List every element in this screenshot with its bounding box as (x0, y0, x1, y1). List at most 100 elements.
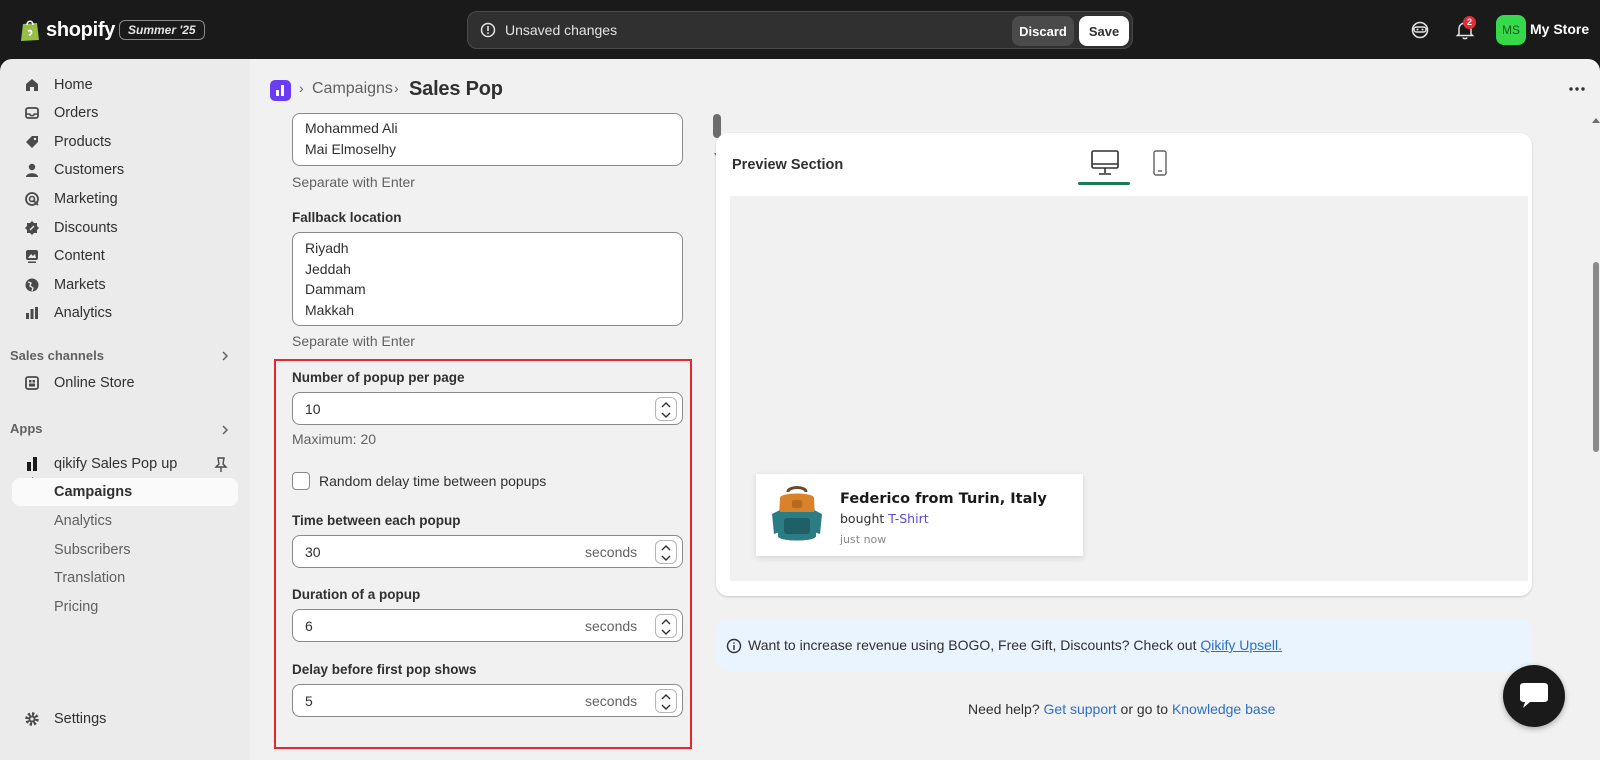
sidebar: Home Orders Products Customers Marketing… (0, 59, 250, 760)
target-icon (25, 192, 39, 206)
chevron-up-icon[interactable] (661, 618, 671, 626)
time-between-label: Time between each popup (292, 513, 461, 528)
save-button[interactable]: Save (1079, 16, 1129, 46)
shopify-logo[interactable]: shopify (20, 16, 115, 44)
app-icon (27, 457, 37, 471)
sales-channels-heading[interactable]: Sales channels (10, 348, 104, 363)
app-logo-icon[interactable] (270, 80, 291, 101)
content-icon (26, 250, 38, 263)
help-prefix: Need help? (968, 701, 1044, 717)
time-between-stepper[interactable] (655, 540, 677, 564)
sidebar-item-home[interactable]: Home (12, 71, 238, 99)
more-horizontal-icon[interactable] (1568, 82, 1586, 96)
sidebar-item-label: Subscribers (54, 542, 131, 558)
popups-per-page-stepper[interactable] (655, 397, 677, 421)
page-title: Sales Pop (409, 78, 503, 100)
sidebar-item-markets[interactable]: Markets (12, 271, 238, 299)
names-textarea[interactable]: Mohammed Ali Mai Elmoselhy (292, 113, 722, 166)
first-delay-stepper[interactable] (655, 689, 677, 713)
sidebar-item-label: Pricing (54, 599, 99, 615)
sidebar-item-settings[interactable]: Settings (12, 705, 238, 733)
random-delay-checkbox[interactable] (292, 472, 310, 490)
duration-stepper[interactable] (655, 614, 677, 638)
seconds-suffix: seconds (585, 618, 638, 634)
sidebar-item-analytics[interactable]: Analytics (12, 299, 238, 327)
chevron-down-icon[interactable] (661, 411, 671, 419)
chevron-up-icon[interactable] (661, 693, 671, 701)
shopify-bag-icon (21, 20, 39, 41)
fallback-location-textarea[interactable]: Riyadh Jeddah Dammam Makkah (292, 232, 683, 326)
popup-customer: Federico from Turin, Italy (840, 491, 1047, 507)
scroll-up-icon[interactable] (1592, 117, 1600, 123)
preview-canvas: Federico from Turin, Italy bought T-Shir… (730, 196, 1528, 581)
names-line: Mohammed Ali (305, 120, 398, 136)
orders-icon (25, 107, 39, 119)
sidebar-item-label: Markets (54, 277, 106, 293)
chevron-down-icon[interactable] (661, 703, 671, 711)
avatar[interactable]: MS (1496, 15, 1526, 45)
sidebar-item-label: Analytics (54, 513, 113, 529)
qikify-upsell-link[interactable]: Qikify Upsell. (1200, 637, 1282, 653)
top-bar: shopify Summer '25 Unsaved changes Disca… (0, 0, 1600, 59)
get-support-link[interactable]: Get support (1044, 701, 1117, 717)
fallback-location-label: Fallback location (292, 210, 402, 225)
page-scrollbar-thumb[interactable] (1593, 262, 1599, 452)
breadcrumb-campaigns[interactable]: Campaigns (312, 80, 393, 98)
chevron-up-icon[interactable] (661, 544, 671, 552)
sidebar-item-label: Orders (54, 105, 99, 121)
discard-button[interactable]: Discard (1012, 16, 1074, 46)
help-middle: or go to (1116, 701, 1172, 717)
sidebar-item-discounts[interactable]: Discounts (12, 214, 238, 242)
chat-button[interactable] (1503, 665, 1565, 727)
notification-badge: 2 (1463, 16, 1476, 29)
sidebar-item-marketing[interactable]: Marketing (12, 185, 238, 213)
popup-bought-line: bought T-Shirt (840, 511, 929, 526)
textarea-scrollbar[interactable] (713, 114, 721, 138)
chevron-down-icon[interactable] (661, 628, 671, 636)
chevron-up-icon[interactable] (661, 401, 671, 409)
popups-per-page-input[interactable]: 10 (292, 392, 683, 425)
chevron-right-icon[interactable] (220, 351, 230, 361)
duration-input[interactable]: 6 seconds (292, 609, 683, 642)
sidebar-item-orders[interactable]: Orders (12, 99, 238, 127)
unsaved-changes-text: Unsaved changes (505, 22, 618, 38)
sidebar-item-app-analytics[interactable]: Analytics (12, 507, 238, 535)
apps-heading[interactable]: Apps (10, 421, 43, 436)
sidebar-item-online-store[interactable]: Online Store (12, 369, 238, 397)
chevron-right-icon[interactable] (220, 425, 230, 435)
sidebar-item-content[interactable]: Content (12, 242, 238, 270)
banner-message: Want to increase revenue using BOGO, Fre… (748, 637, 1201, 653)
fallback-location-line: Makkah (305, 301, 355, 318)
edition-badge[interactable]: Summer '25 (119, 20, 205, 40)
sidebar-item-campaigns[interactable]: Campaigns (12, 478, 238, 506)
popups-per-page-label: Number of popup per page (292, 370, 465, 385)
sidebar-item-products[interactable]: Products (12, 128, 238, 156)
sidebar-item-customers[interactable]: Customers (12, 156, 238, 184)
active-device-indicator (1078, 182, 1130, 185)
first-delay-input[interactable]: 5 seconds (292, 684, 683, 717)
sidebar-item-qikify-app[interactable]: qikify Sales Pop up (12, 450, 238, 478)
mobile-icon[interactable] (1152, 149, 1168, 177)
sidekick-icon[interactable] (1409, 19, 1431, 41)
sidebar-item-subscribers[interactable]: Subscribers (12, 536, 238, 564)
alert-circle-icon (480, 22, 496, 38)
popup-product[interactable]: T-Shirt (888, 511, 928, 526)
time-between-input[interactable]: 30 seconds (292, 535, 683, 568)
first-delay-label: Delay before first pop shows (292, 662, 477, 677)
random-delay-label[interactable]: Random delay time between popups (319, 473, 546, 489)
pin-icon[interactable] (214, 457, 228, 473)
sales-popup-preview[interactable]: Federico from Turin, Italy bought T-Shir… (756, 474, 1083, 556)
popup-time: just now (840, 533, 887, 546)
sidebar-item-label: Content (54, 248, 105, 264)
preview-title: Preview Section (732, 157, 844, 173)
chevron-down-icon[interactable] (661, 554, 671, 562)
store-name[interactable]: My Store (1530, 21, 1589, 37)
desktop-icon[interactable] (1090, 149, 1120, 177)
person-icon (26, 163, 38, 177)
settings-form: Mohammed Ali Mai Elmoselhy Separate with… (250, 113, 722, 760)
sidebar-item-pricing[interactable]: Pricing (12, 593, 238, 621)
knowledge-base-link[interactable]: Knowledge base (1172, 701, 1276, 717)
store-icon (25, 376, 39, 390)
sidebar-item-translation[interactable]: Translation (12, 564, 238, 592)
help-footer: Need help? Get support or go to Knowledg… (968, 701, 1275, 717)
